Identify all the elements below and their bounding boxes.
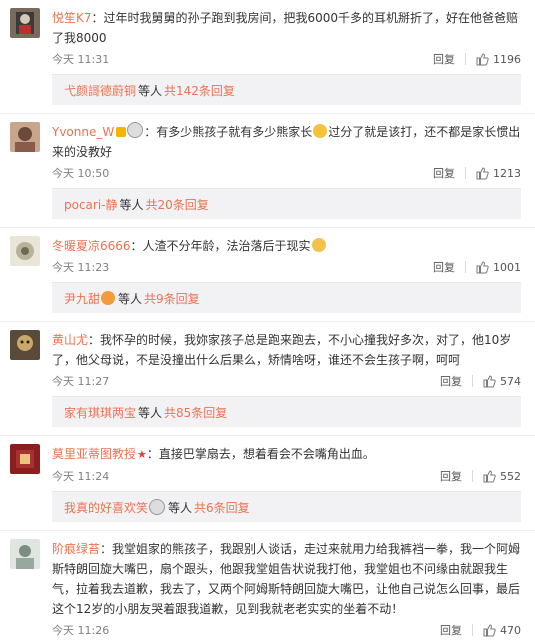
reply-username[interactable]: 家有琪琪两宝 bbox=[64, 404, 136, 421]
comment-username[interactable]: Yvonne_W bbox=[52, 125, 114, 139]
like-count: 574 bbox=[500, 374, 521, 388]
divider bbox=[465, 53, 466, 65]
comment-text: ：我怀孕的时候，我妳家孩子总是跑来跑去，不小心撞我好多次，对了，他10岁了，他父… bbox=[52, 333, 512, 367]
thumbs-up-icon bbox=[483, 623, 496, 636]
comment-time: 今天 11:27 bbox=[52, 375, 110, 388]
comment-item: 冬暖夏凉6666：人渣不分年龄，法治落后于现实 今天 11:23 回复 1001… bbox=[0, 228, 535, 322]
reply-others-text: 等人 bbox=[168, 500, 193, 515]
laugh-emoji-icon bbox=[313, 124, 328, 138]
comment-time: 今天 11:23 bbox=[52, 261, 110, 274]
like-count: 1213 bbox=[493, 166, 521, 180]
avatar[interactable] bbox=[10, 236, 40, 266]
reply-others-text: 等人 bbox=[138, 405, 163, 420]
panda-emoji-icon bbox=[149, 499, 166, 515]
reply-button[interactable]: 回复 bbox=[440, 622, 462, 638]
like-button[interactable]: 574 bbox=[483, 375, 521, 388]
divider bbox=[0, 219, 535, 228]
like-button[interactable]: 1001 bbox=[476, 261, 521, 274]
comment-time: 今天 11:26 bbox=[52, 624, 110, 637]
comment-username[interactable]: 莫里亚蒂图教授 bbox=[52, 447, 136, 461]
reply-others-text: 等人 bbox=[118, 291, 143, 306]
reply-username[interactable]: 我真的好喜欢笑 bbox=[64, 499, 148, 516]
like-count: 470 bbox=[500, 623, 521, 637]
reply-summary[interactable]: 尹九甜 等人 共9条回复 bbox=[52, 282, 521, 313]
divider bbox=[472, 375, 473, 387]
reply-username[interactable]: 尹九甜 bbox=[64, 290, 100, 307]
reply-username[interactable]: 弋颜謌德蔚铜 bbox=[64, 82, 136, 99]
comment-text: ：人渣不分年龄，法治落后于现实 bbox=[130, 239, 311, 253]
reply-count-link[interactable]: 共85条回复 bbox=[164, 404, 227, 421]
reply-summary[interactable]: 我真的好喜欢笑 等人 共6条回复 bbox=[52, 491, 521, 522]
like-count: 1196 bbox=[493, 52, 521, 66]
like-button[interactable]: 1196 bbox=[476, 53, 521, 66]
reply-others-text: 等人 bbox=[138, 83, 163, 98]
thumbs-up-icon bbox=[476, 52, 489, 65]
like-button[interactable]: 470 bbox=[483, 624, 521, 637]
comment-item: 阶痕绿苔：我堂姐家的熊孩子，我跟别人谈话，走过来就用力给我裤裆一拳，我一个阿姆斯… bbox=[0, 531, 535, 641]
divider bbox=[465, 167, 466, 179]
avatar[interactable] bbox=[10, 444, 40, 474]
thumbs-up-icon bbox=[476, 260, 489, 273]
reply-button[interactable]: 回复 bbox=[433, 259, 455, 275]
reply-count-link[interactable]: 共9条回复 bbox=[144, 290, 200, 307]
comment-time: 今天 10:50 bbox=[52, 167, 110, 180]
thumbs-up-icon bbox=[483, 469, 496, 482]
thumbs-up-icon bbox=[483, 374, 496, 387]
avatar[interactable] bbox=[10, 330, 40, 360]
comment-username[interactable]: 冬暖夏凉6666 bbox=[52, 239, 131, 253]
comment-username[interactable]: 黄山尤 bbox=[52, 333, 88, 347]
reply-count-link[interactable]: 共20条回复 bbox=[146, 196, 209, 213]
avatar[interactable] bbox=[10, 122, 40, 152]
comment-item: 悦笙K7：过年时我舅舅的孙子跑到我房间，把我6000千多的耳机掰折了，好在他爸爸… bbox=[0, 0, 535, 114]
comment-item: 黄山尤：我怀孕的时候，我妳家孩子总是跑来跑去，不小心撞我好多次，对了，他10岁了… bbox=[0, 322, 535, 436]
like-count: 1001 bbox=[493, 260, 521, 274]
reply-summary[interactable]: 家有琪琪两宝 等人 共85条回复 bbox=[52, 396, 521, 427]
divider bbox=[472, 470, 473, 482]
divider bbox=[0, 105, 535, 114]
comment-username[interactable]: 悦笙K7 bbox=[52, 11, 92, 25]
comment-item: 莫里亚蒂图教授★：直接巴掌扇去，想着看会不会嘴角出血。 今天 11:24 回复 … bbox=[0, 436, 535, 531]
comment-time: 今天 11:24 bbox=[52, 470, 110, 483]
reply-count-link[interactable]: 共6条回复 bbox=[194, 499, 250, 516]
comment-item: Yvonne_W ：有多少熊孩子就有多少熊家长 过分了就是该打，还不都是家长惯出来的… bbox=[0, 114, 535, 228]
comment-text: ：过年时我舅舅的孙子跑到我房间，把我6000千多的耳机掰折了，好在他爸爸赔了我8… bbox=[52, 11, 519, 45]
reply-count-link[interactable]: 共142条回复 bbox=[164, 82, 235, 99]
reply-button[interactable]: 回复 bbox=[440, 468, 462, 484]
avatar[interactable] bbox=[10, 8, 40, 38]
reply-button[interactable]: 回复 bbox=[440, 373, 462, 389]
divider bbox=[465, 261, 466, 273]
reply-username[interactable]: pocari-静 bbox=[64, 196, 118, 213]
comment-text: ：我堂姐家的熊孩子，我跟别人谈话，走过来就用力给我裤裆一拳，我一个阿姆斯特朗回旋… bbox=[52, 542, 521, 616]
reply-button[interactable]: 回复 bbox=[433, 51, 455, 67]
reply-button[interactable]: 回复 bbox=[433, 165, 455, 181]
reply-summary[interactable]: 弋颜謌德蔚铜 等人 共142条回复 bbox=[52, 74, 521, 105]
emoji-icon bbox=[101, 291, 116, 305]
avatar[interactable] bbox=[10, 539, 40, 569]
panda-emoji-icon bbox=[127, 122, 144, 138]
comment-text: ：直接巴掌扇去，想着看会不会嘴角出血。 bbox=[146, 447, 375, 461]
reply-summary[interactable]: pocari-静 等人 共20条回复 bbox=[52, 188, 521, 219]
divider bbox=[0, 313, 535, 322]
comment-text: ：有多少熊孩子就有多少熊家长 bbox=[144, 125, 313, 139]
reply-others-text: 等人 bbox=[119, 197, 144, 212]
comment-time: 今天 11:31 bbox=[52, 53, 110, 66]
divider bbox=[0, 522, 535, 531]
vip-badge-icon bbox=[116, 127, 127, 137]
divider bbox=[0, 427, 535, 436]
divider bbox=[472, 624, 473, 636]
cat-emoji-icon bbox=[311, 238, 326, 252]
like-count: 552 bbox=[500, 469, 521, 483]
thumbs-up-icon bbox=[476, 166, 489, 179]
comment-username[interactable]: 阶痕绿苔 bbox=[52, 542, 100, 556]
like-button[interactable]: 552 bbox=[483, 470, 521, 483]
star-badge-icon: ★ bbox=[137, 448, 147, 461]
like-button[interactable]: 1213 bbox=[476, 167, 521, 180]
